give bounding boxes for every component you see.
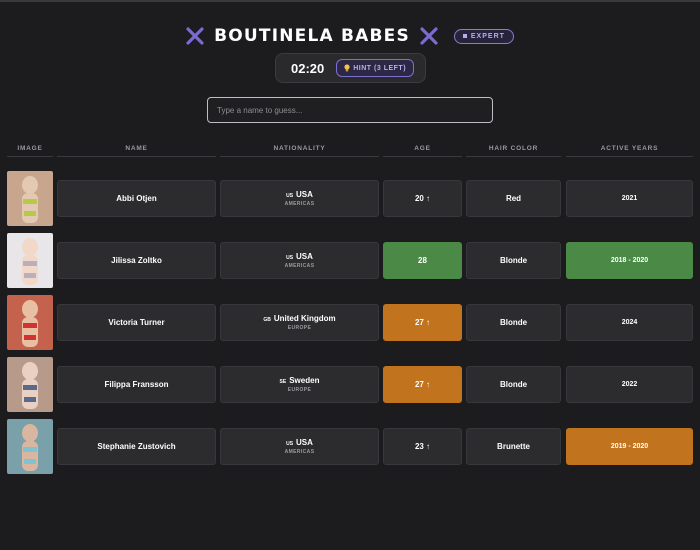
nationality-line: US USA [286,252,313,261]
hair-color-cell: Brunette [466,428,561,465]
name-cell: Stephanie Zustovich [57,428,216,465]
name-cell: Victoria Turner [57,304,216,341]
age-value: 27 ↑ [414,318,431,327]
contestant-name: Victoria Turner [108,318,165,327]
hint-label: HINT (3 LEFT) [353,64,407,72]
hair-color-cell: Blonde [466,366,561,403]
difficulty-badge[interactable]: EXPERT [453,28,514,44]
country-name: USA [296,438,313,447]
active-years-value: 2019 - 2020 [610,443,649,450]
timer: 02:20 [291,60,325,76]
nationality-line: US USA [286,190,313,199]
crossed-swords-icon [186,27,204,45]
hair-color-value: Brunette [497,442,530,451]
hair-color-value: Blonde [499,256,528,265]
active-years-cell: 2018 - 2020 [566,242,693,279]
difficulty-square-icon [462,34,467,38]
contestant-photo [7,295,53,350]
region-label: EUROPE [287,325,312,331]
header-age: AGE [383,145,462,157]
age-value: 27 ↑ [414,380,431,389]
contestant-name: Filippa Fransson [104,380,169,389]
hair-color-value: Red [505,194,522,203]
header-active-years: ACTIVE YEARS [566,145,693,157]
header-name: NAME [57,145,216,157]
header-nationality: NATIONALITY [220,145,379,157]
country-name: USA [296,190,313,199]
header-hair-color: HAIR COLOR [466,145,561,157]
nationality-line: SE Sweden [280,376,320,385]
active-years-value: 2022 [621,381,638,388]
hair-color-cell: Blonde [466,242,561,279]
timer-panel: 02:20 HINT (3 LEFT) [275,53,426,83]
contestant-name: Stephanie Zustovich [97,442,176,451]
active-years-value: 2018 - 2020 [610,257,649,264]
header-image: IMAGE [7,145,53,157]
country-name: Sweden [289,376,320,385]
name-cell: Filippa Fransson [57,366,216,403]
contestant-photo [7,233,53,288]
top-border [0,0,700,2]
age-value: 20 ↑ [414,194,431,203]
hair-color-value: Blonde [499,318,528,327]
nationality-line: GB United Kingdom [263,314,335,323]
contestant-photo [7,357,53,412]
contestant-name: Jilissa Zoltko [111,256,162,265]
lightbulb-icon [344,64,350,72]
active-years-value: 2021 [621,195,638,202]
age-cell: 28 [383,242,462,279]
hair-color-cell: Blonde [466,304,561,341]
app-header: BOUTINELA BABES EXPERT [0,24,700,48]
country-name: USA [296,252,313,261]
name-cell: Abbi Otjen [57,180,216,217]
country-flag-code: SE [279,379,287,385]
contestant-photo [7,171,53,226]
region-label: AMERICAS [284,263,315,269]
nationality-cell: SE Sweden EUROPE [220,366,379,403]
country-flag-code: US [286,441,294,447]
contestant-name: Abbi Otjen [116,194,157,203]
name-cell: Jilissa Zoltko [57,242,216,279]
nationality-cell: US USA AMERICAS [220,180,379,217]
region-label: AMERICAS [284,201,315,207]
country-flag-code: GB [263,317,271,323]
age-cell: 27 ↑ [383,304,462,341]
age-cell: 20 ↑ [383,180,462,217]
active-years-value: 2024 [621,319,638,326]
age-value: 28 [418,256,427,265]
country-name: United Kingdom [273,314,336,323]
app-title: BOUTINELA BABES [214,26,410,46]
hair-color-value: Blonde [499,380,528,389]
crossed-swords-icon [420,27,438,45]
nationality-cell: US USA AMERICAS [220,242,379,279]
age-cell: 27 ↑ [383,366,462,403]
country-flag-code: US [286,255,294,261]
contestant-photo [7,419,53,474]
hint-button[interactable]: HINT (3 LEFT) [336,59,415,77]
hair-color-cell: Red [466,180,561,217]
region-label: AMERICAS [284,449,315,455]
age-cell: 23 ↑ [383,428,462,465]
nationality-cell: US USA AMERICAS [220,428,379,465]
region-label: EUROPE [287,387,312,393]
nationality-line: US USA [286,438,313,447]
nationality-cell: GB United Kingdom EUROPE [220,304,379,341]
active-years-cell: 2021 [566,180,693,217]
age-value: 23 ↑ [414,442,431,451]
active-years-cell: 2022 [566,366,693,403]
difficulty-label: EXPERT [470,32,505,40]
guess-input[interactable] [207,97,493,123]
active-years-cell: 2019 - 2020 [566,428,693,465]
active-years-cell: 2024 [566,304,693,341]
country-flag-code: US [286,193,294,199]
